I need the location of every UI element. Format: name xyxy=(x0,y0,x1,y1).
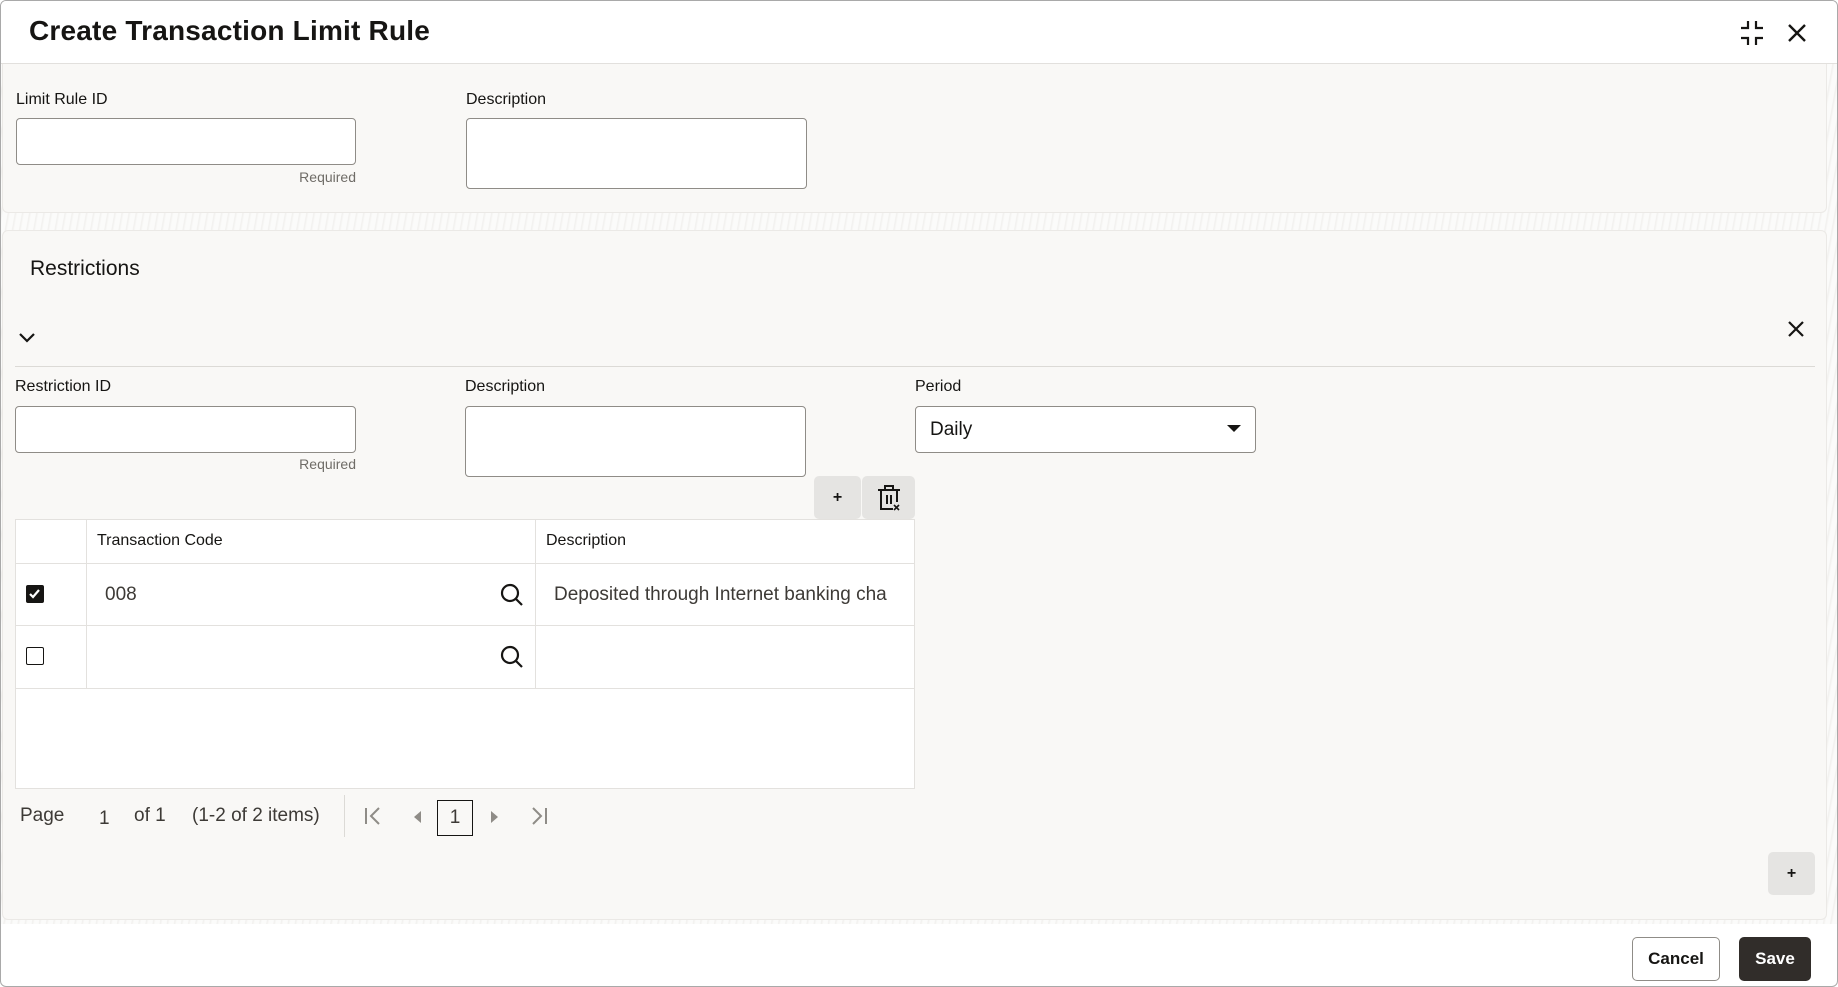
description-column-header: Description xyxy=(536,520,915,564)
rule-details-card: Limit Rule ID Required Description xyxy=(2,64,1827,213)
pager-page-label: Page xyxy=(20,805,65,826)
select-column-header xyxy=(16,520,87,564)
next-page-icon[interactable] xyxy=(489,808,501,831)
last-page-icon[interactable] xyxy=(530,806,548,832)
add-restriction-button[interactable]: + xyxy=(1768,852,1815,895)
table-row-select-cell xyxy=(16,564,87,626)
pager-items-label: (1-2 of 2 items) xyxy=(192,805,320,826)
save-button[interactable]: Save xyxy=(1739,937,1811,981)
table-row-code-cell[interactable]: 008 xyxy=(87,564,536,626)
remove-restriction-icon[interactable] xyxy=(1782,315,1810,343)
period-label: Period xyxy=(915,378,962,395)
period-selected-value: Daily xyxy=(930,419,973,440)
limit-rule-id-label: Limit Rule ID xyxy=(16,91,108,108)
dialog-header: Create Transaction Limit Rule xyxy=(1,1,1837,64)
limit-rule-id-input[interactable] xyxy=(16,118,356,165)
trash-icon xyxy=(877,484,900,511)
pager-of-label: of 1 xyxy=(134,805,166,826)
row-checkbox-checked[interactable] xyxy=(26,585,44,603)
close-icon[interactable] xyxy=(1781,17,1813,49)
period-select[interactable]: Daily xyxy=(915,406,1256,453)
add-row-button[interactable]: + xyxy=(814,476,861,519)
dialog-title: Create Transaction Limit Rule xyxy=(29,15,431,46)
restriction-id-label: Restriction ID xyxy=(15,378,112,395)
create-limit-rule-dialog: Create Transaction Limit Rule Limit Rule… xyxy=(0,0,1838,987)
restrictions-title: Restrictions xyxy=(30,257,140,280)
first-page-icon[interactable] xyxy=(364,806,382,832)
chevron-down-icon[interactable] xyxy=(17,327,37,347)
restriction-id-required-hint: Required xyxy=(299,456,356,472)
search-icon[interactable] xyxy=(500,645,524,674)
restrictions-card: Restrictions Restriction ID Required Des… xyxy=(2,230,1827,920)
restriction-description-label: Description xyxy=(465,378,546,395)
limit-rule-id-required-hint: Required xyxy=(299,169,356,185)
table-row-code-cell[interactable] xyxy=(87,626,536,689)
current-page-button[interactable]: 1 xyxy=(437,800,473,836)
restriction-id-input[interactable] xyxy=(15,406,356,453)
pager-separator xyxy=(344,795,345,837)
search-icon[interactable] xyxy=(500,583,524,612)
transaction-code-table: Transaction Code Description 008 Deposit… xyxy=(15,519,915,789)
cancel-button[interactable]: Cancel xyxy=(1632,937,1720,981)
table-row-select-cell xyxy=(16,626,87,689)
restriction-divider xyxy=(15,366,1815,367)
compress-icon[interactable] xyxy=(1736,17,1768,49)
rule-description-input[interactable] xyxy=(466,118,807,189)
transaction-code-column-header: Transaction Code xyxy=(87,520,536,564)
pager-page-input[interactable]: 1 xyxy=(99,808,110,830)
restriction-description-input[interactable] xyxy=(465,406,806,477)
table-row-description-cell: Deposited through Internet banking cha xyxy=(536,564,915,626)
table-row-description-cell xyxy=(536,626,915,689)
row-checkbox-unchecked[interactable] xyxy=(26,647,44,665)
caret-down-icon xyxy=(1227,425,1241,432)
delete-rows-button[interactable] xyxy=(862,476,915,519)
previous-page-icon[interactable] xyxy=(411,808,423,831)
rule-description-label: Description xyxy=(466,91,547,108)
